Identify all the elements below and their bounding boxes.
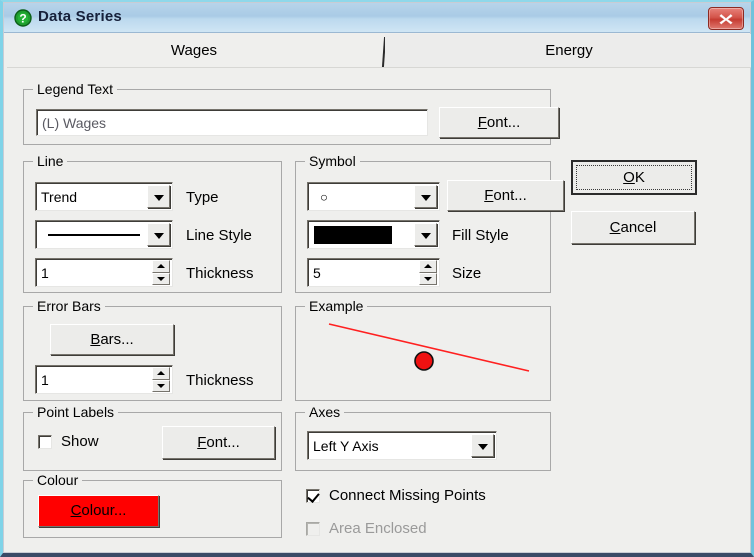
close-icon[interactable] xyxy=(708,7,744,30)
area-enclosed-label: Area Enclosed xyxy=(329,520,427,537)
legend-text-input[interactable]: (L) Wages xyxy=(36,109,428,136)
legend-font-button-label: Font... xyxy=(477,114,521,131)
chevron-down-icon[interactable] xyxy=(414,223,437,246)
colour-button[interactable]: Colour... xyxy=(38,495,159,527)
legend-font-button[interactable]: Font... xyxy=(439,107,559,138)
symbol-fill-style-label: Fill Style xyxy=(452,227,509,244)
axes-value: Left Y Axis xyxy=(313,437,379,454)
error-bars-thickness-label: Thickness xyxy=(186,372,254,389)
line-style-combo[interactable] xyxy=(35,220,173,249)
svg-text:?: ? xyxy=(19,11,26,25)
legend-text-group: Legend Text (L) Wages Font... xyxy=(23,81,559,145)
spin-up-icon[interactable] xyxy=(152,367,170,380)
axes-group: Axes Left Y Axis xyxy=(295,404,551,471)
chevron-down-icon[interactable] xyxy=(147,223,170,246)
connect-missing-points-checkbox[interactable]: Connect Missing Points xyxy=(306,487,486,504)
error-bars-thickness-spinner[interactable]: 1 xyxy=(35,365,173,394)
point-labels-font-button[interactable]: Font... xyxy=(162,426,275,459)
line-style-swatch xyxy=(48,233,140,236)
legend-text-value: (L) Wages xyxy=(42,114,107,131)
symbol-shape-combo[interactable]: ○ xyxy=(307,182,440,211)
error-bars-thickness-spin-buttons[interactable] xyxy=(152,367,170,392)
spin-up-icon[interactable] xyxy=(419,260,437,273)
line-thickness-spin-buttons[interactable] xyxy=(152,260,170,285)
line-group-label: Line xyxy=(33,153,68,169)
checkbox-box xyxy=(306,521,320,536)
window-title: Data Series xyxy=(38,8,122,25)
tab-wages-label: Wages xyxy=(170,42,218,59)
point-labels-show-checkbox[interactable]: Show xyxy=(38,433,99,450)
spin-down-icon[interactable] xyxy=(419,272,437,285)
point-labels-group: Point Labels Show Font... xyxy=(23,404,282,471)
checkbox-box xyxy=(38,434,52,449)
error-bars-button-label: Bars... xyxy=(90,331,134,348)
line-group: Line Trend Type Line Style 1 Thickness xyxy=(23,153,282,293)
error-bars-thickness-value: 1 xyxy=(41,371,49,388)
chevron-down-icon[interactable] xyxy=(414,185,437,208)
axes-combo[interactable]: Left Y Axis xyxy=(307,431,497,460)
symbol-size-spin-buttons[interactable] xyxy=(419,260,437,285)
axes-group-label: Axes xyxy=(305,404,345,420)
dialog-client-area: ? Data Series Wages Energy Legend Text (… xyxy=(3,2,751,553)
error-bars-button[interactable]: Bars... xyxy=(50,324,174,355)
cancel-button[interactable]: Cancel xyxy=(571,211,695,244)
line-thickness-label: Thickness xyxy=(186,265,254,282)
tabstrip-underline xyxy=(7,67,751,68)
symbol-fill-style-combo[interactable] xyxy=(307,220,440,249)
cancel-button-label: Cancel xyxy=(609,219,657,236)
line-thickness-spinner[interactable]: 1 xyxy=(35,258,173,287)
ok-button[interactable]: OK xyxy=(571,160,697,195)
error-bars-group: Error Bars Bars... 1 Thickness xyxy=(23,298,282,401)
error-bars-group-label: Error Bars xyxy=(33,298,105,314)
symbol-shape-value: ○ xyxy=(320,189,328,204)
legend-text-group-label: Legend Text xyxy=(33,81,118,97)
example-group: Example xyxy=(295,298,551,401)
colour-group: Colour Colour... xyxy=(23,472,282,538)
chevron-down-icon[interactable] xyxy=(471,434,494,457)
symbol-size-value: 5 xyxy=(313,264,321,281)
tab-wages[interactable]: Wages xyxy=(7,34,381,67)
checkbox-box xyxy=(306,488,320,503)
tab-energy[interactable]: Energy xyxy=(385,34,751,67)
symbol-font-button-label: Font... xyxy=(484,187,527,204)
spin-down-icon[interactable] xyxy=(152,272,170,285)
colour-button-label: Colour... xyxy=(70,502,127,519)
point-labels-font-button-label: Font... xyxy=(197,434,240,451)
tab-energy-label: Energy xyxy=(545,42,593,59)
connect-missing-points-label: Connect Missing Points xyxy=(329,487,486,504)
area-enclosed-checkbox[interactable]: Area Enclosed xyxy=(306,520,427,537)
question-mark-icon: ? xyxy=(14,9,32,27)
symbol-group-label: Symbol xyxy=(305,153,360,169)
symbol-size-spinner[interactable]: 5 xyxy=(307,258,440,287)
point-labels-show-label: Show xyxy=(61,433,99,450)
symbol-size-label: Size xyxy=(452,265,482,282)
spin-up-icon[interactable] xyxy=(152,260,170,273)
colour-group-label: Colour xyxy=(33,472,83,488)
symbol-font-button[interactable]: Font... xyxy=(447,180,564,211)
line-type-value: Trend xyxy=(41,188,78,205)
line-type-label: Type xyxy=(186,189,219,206)
tabstrip: Wages Energy xyxy=(7,34,751,67)
example-preview xyxy=(297,308,549,399)
line-thickness-value: 1 xyxy=(41,264,49,281)
ok-button-label: OK xyxy=(623,169,645,186)
line-style-label: Line Style xyxy=(186,227,252,244)
symbol-group: Symbol ○ Font... Fill Style 5 Size xyxy=(295,153,564,293)
spin-down-icon[interactable] xyxy=(152,379,170,392)
line-type-combo[interactable]: Trend xyxy=(35,182,173,211)
fill-style-swatch xyxy=(314,226,392,244)
point-labels-group-label: Point Labels xyxy=(33,404,119,420)
chevron-down-icon[interactable] xyxy=(147,185,170,208)
titlebar: ? Data Series xyxy=(4,3,750,33)
data-series-dialog: ? Data Series Wages Energy Legend Text (… xyxy=(0,0,754,557)
